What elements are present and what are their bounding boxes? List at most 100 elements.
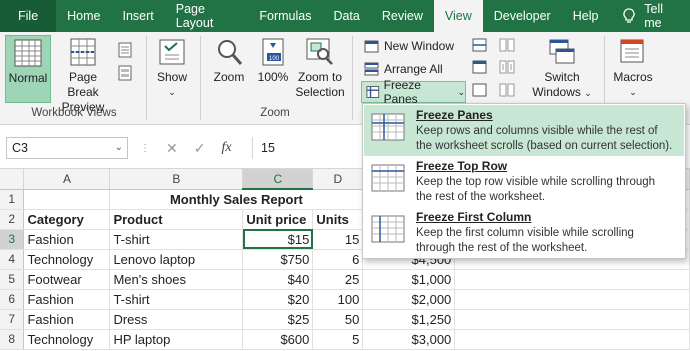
select-all-corner[interactable] [0, 169, 25, 190]
row-header[interactable]: 2 [0, 209, 25, 230]
lightbulb-icon[interactable] [617, 0, 640, 32]
header-cell[interactable]: Product [109, 209, 244, 230]
cell[interactable]: Technology [23, 329, 111, 350]
name-box[interactable]: C3 ⌄ [6, 137, 128, 159]
column-header[interactable]: B [109, 169, 244, 190]
row-header[interactable]: 1 [0, 189, 25, 210]
tab-data[interactable]: Data [322, 0, 370, 32]
header-cell[interactable]: Category [23, 209, 111, 230]
split-icon [472, 38, 486, 52]
cell[interactable] [454, 309, 690, 330]
cell[interactable] [454, 269, 690, 290]
unhide-window-button[interactable] [471, 83, 487, 101]
cell[interactable]: T-shirt [109, 229, 244, 250]
cell[interactable]: $3,000 [362, 329, 456, 350]
reset-window-position-button[interactable] [499, 83, 515, 101]
cell[interactable]: $20 [242, 289, 314, 310]
cell[interactable]: $2,000 [362, 289, 456, 310]
normal-view-button[interactable]: Normal [5, 35, 51, 103]
new-window-button[interactable]: New Window [364, 36, 454, 56]
reset-position-icon [499, 83, 515, 97]
cell[interactable] [23, 189, 111, 210]
row-header[interactable]: 4 [0, 249, 25, 270]
tab-home[interactable]: Home [56, 0, 111, 32]
cell[interactable]: 25 [312, 269, 364, 290]
ribbon-tab-bar: File Home Insert Page Layout Formulas Da… [0, 0, 690, 32]
menu-item-freeze-first-column[interactable]: Freeze First Column Keep the first colum… [364, 207, 684, 258]
cell[interactable]: $1,000 [362, 269, 456, 290]
table-row: 7 Fashion Dress $25 50 $1,250 [0, 309, 690, 330]
cell[interactable]: $40 [242, 269, 314, 290]
zoom-100-button[interactable]: 100 100% [253, 37, 293, 85]
header-cell[interactable]: Units [312, 209, 364, 230]
report-title-cell[interactable]: Monthly Sales Report [109, 189, 364, 210]
cell[interactable]: T-shirt [109, 289, 244, 310]
cell[interactable]: 50 [312, 309, 364, 330]
freeze-panes-label: Freeze Panes [383, 78, 421, 106]
header-cell[interactable]: Unit price [242, 209, 314, 230]
menu-item-freeze-top-row[interactable]: Freeze Top Row Keep the top row visible … [364, 156, 684, 207]
chevron-down-icon[interactable]: ⌄ [115, 138, 123, 158]
tab-page-layout[interactable]: Page Layout [165, 0, 249, 32]
cancel-icon[interactable]: ✕ [166, 140, 178, 157]
cell[interactable]: 6 [312, 249, 364, 270]
cell[interactable]: Footwear [23, 269, 111, 290]
split-button[interactable] [471, 38, 487, 56]
column-header[interactable]: C [242, 169, 314, 190]
zoom-button[interactable]: Zoom [208, 37, 250, 85]
page-layout-view-button[interactable] [117, 42, 133, 62]
row-header[interactable]: 6 [0, 289, 25, 310]
view-side-by-side-button[interactable] [499, 38, 515, 56]
cell[interactable]: $25 [242, 309, 314, 330]
synchronous-scrolling-button[interactable] [499, 60, 515, 78]
freeze-panes-button[interactable]: Freeze Panes ⌄ [361, 78, 466, 106]
cell[interactable]: Fashion [23, 229, 111, 250]
column-header[interactable]: A [23, 169, 111, 190]
row-header[interactable]: 5 [0, 269, 25, 290]
tab-insert[interactable]: Insert [112, 0, 165, 32]
selected-cell[interactable]: $15 [242, 229, 314, 250]
tab-developer[interactable]: Developer [483, 0, 562, 32]
hide-window-button[interactable] [471, 60, 487, 78]
cell[interactable]: Men's shoes [109, 269, 244, 290]
freeze-first-column-icon [371, 215, 405, 243]
cell[interactable]: Fashion [23, 289, 111, 310]
column-header[interactable]: D [312, 169, 364, 190]
macros-button[interactable]: Macros ⌄ [611, 37, 655, 100]
cell[interactable] [454, 329, 690, 350]
zoom-100-label: 100% [257, 70, 289, 84]
arrange-all-button[interactable]: Arrange All [364, 59, 443, 79]
tab-review[interactable]: Review [371, 0, 434, 32]
row-header[interactable]: 7 [0, 309, 25, 330]
insert-function-icon[interactable]: fx [221, 140, 231, 156]
cell[interactable] [454, 289, 690, 310]
cell[interactable]: Lenovo laptop [109, 249, 244, 270]
cell[interactable]: 15 [312, 229, 364, 250]
enter-icon[interactable]: ✓ [194, 140, 206, 157]
tab-help[interactable]: Help [562, 0, 610, 32]
row-header[interactable]: 3 [0, 229, 25, 250]
cell[interactable]: $600 [242, 329, 314, 350]
custom-views-button[interactable] [117, 65, 133, 85]
show-button[interactable]: Show ⌄ [152, 37, 192, 100]
table-row: 6 Fashion T-shirt $20 100 $2,000 [0, 289, 690, 310]
switch-windows-icon [549, 39, 575, 64]
cell[interactable]: $1,250 [362, 309, 456, 330]
cell[interactable]: 100 [312, 289, 364, 310]
tab-view[interactable]: View [433, 0, 483, 32]
cell[interactable]: HP laptop [109, 329, 244, 350]
more-options-icon[interactable]: ⋮ [140, 143, 150, 154]
tab-file[interactable]: File [0, 0, 57, 32]
menu-item-freeze-panes[interactable]: Freeze Panes Keep rows and columns visib… [364, 105, 684, 156]
tell-me-search[interactable]: Tell me [640, 0, 690, 32]
cell[interactable]: Dress [109, 309, 244, 330]
cell[interactable]: Technology [23, 249, 111, 270]
row-header[interactable]: 8 [0, 329, 25, 350]
switch-windows-button[interactable]: Switch Windows ⌄ [526, 37, 598, 101]
page-break-preview-button[interactable]: Page Break Preview [53, 37, 113, 115]
cell[interactable]: Fashion [23, 309, 111, 330]
zoom-to-selection-button[interactable]: Zoom to Selection [294, 37, 346, 100]
tab-formulas[interactable]: Formulas [248, 0, 322, 32]
cell[interactable]: 5 [312, 329, 364, 350]
cell[interactable]: $750 [242, 249, 314, 270]
